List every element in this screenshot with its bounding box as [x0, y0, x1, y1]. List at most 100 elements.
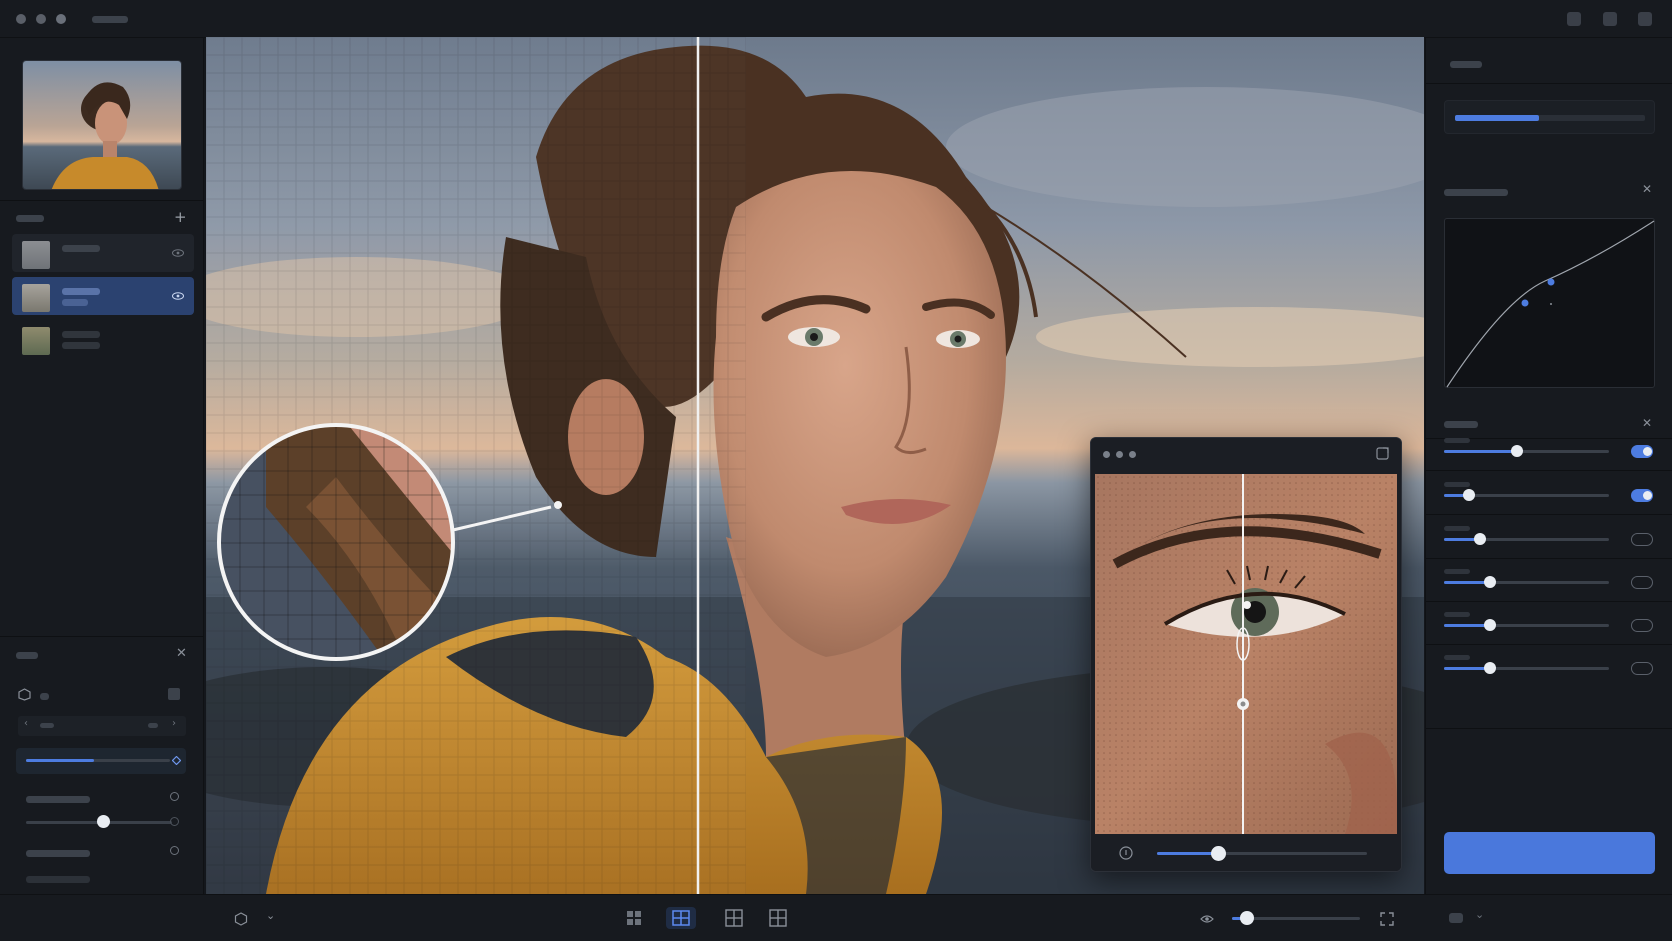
- setting-slider-knob[interactable]: [1484, 662, 1496, 674]
- compare-view-icon: [769, 909, 787, 927]
- reset-icon[interactable]: [170, 792, 179, 801]
- layer-name: [62, 288, 100, 295]
- adjust-slider-row[interactable]: [16, 748, 186, 774]
- reset-icon[interactable]: [170, 846, 179, 855]
- preview-eye-icon[interactable]: [1200, 912, 1214, 926]
- bottom-right-bar: ⌄: [1425, 894, 1672, 941]
- setting-toggle[interactable]: [1631, 489, 1653, 502]
- apply-button[interactable]: [1444, 832, 1655, 874]
- share-icon[interactable]: [1567, 12, 1581, 26]
- slider-label: [26, 796, 90, 803]
- photo-editor-app: + ✕ ‹ › ✕ ✕ ⌄ ⌄: [0, 0, 1672, 941]
- setting-slider-knob[interactable]: [1511, 445, 1523, 457]
- setting-toggle[interactable]: [1631, 619, 1653, 632]
- fit-screen-icon[interactable]: [1379, 911, 1395, 927]
- color-swatch[interactable]: [168, 688, 180, 700]
- layer-subtitle: [62, 299, 88, 306]
- detail-preview-image[interactable]: [1095, 474, 1397, 834]
- row-divider: [1426, 601, 1672, 602]
- curves-graph[interactable]: [1444, 218, 1655, 388]
- detail-window-footer: [1091, 834, 1401, 871]
- compare-view-button[interactable]: [766, 907, 790, 929]
- visibility-eye-icon[interactable]: [172, 290, 184, 302]
- expand-icon[interactable]: [1376, 447, 1389, 460]
- maximize-window-button[interactable]: [56, 14, 66, 24]
- layer-thumbnail: [22, 327, 50, 355]
- right-top-header-placeholder: [1450, 61, 1482, 68]
- maximize-window-button[interactable]: [1129, 451, 1136, 458]
- toggle-knob: [1633, 664, 1642, 673]
- row-divider: [1426, 470, 1672, 471]
- close-settings-icon[interactable]: ✕: [1642, 416, 1652, 430]
- close-adjust-icon[interactable]: ✕: [176, 646, 187, 661]
- layer-row[interactable]: [12, 234, 194, 272]
- layer-row-active[interactable]: [12, 277, 194, 315]
- chevron-down-icon[interactable]: ⌄: [266, 909, 275, 922]
- prev-preset-icon[interactable]: ‹: [24, 718, 28, 729]
- add-layer-icon[interactable]: +: [174, 208, 187, 226]
- setting-slider-knob[interactable]: [1463, 489, 1475, 501]
- setting-label: [1444, 482, 1470, 487]
- layer-name: [62, 245, 100, 252]
- setting-label: [1444, 655, 1470, 660]
- setting-slider-knob[interactable]: [1484, 619, 1496, 631]
- row-divider: [1426, 558, 1672, 559]
- detail-zoom-knob[interactable]: [1211, 846, 1226, 861]
- grid-view-button[interactable]: [622, 907, 646, 929]
- layer-thumbnail: [22, 284, 50, 312]
- chevron-down-icon[interactable]: ⌄: [1475, 908, 1484, 921]
- quad-view-button[interactable]: [722, 907, 746, 929]
- progress-fill: [1455, 115, 1539, 121]
- setting-toggle[interactable]: [1631, 662, 1653, 675]
- curve-point: [1547, 278, 1555, 286]
- layer-thumbnail: [22, 241, 50, 269]
- setting-label: [1444, 526, 1470, 531]
- image-canvas[interactable]: [206, 37, 1424, 894]
- row-divider: [1426, 644, 1672, 645]
- slider-label: [26, 876, 90, 883]
- setting-toggle[interactable]: [1631, 445, 1653, 458]
- layers-header-placeholder: [16, 215, 44, 222]
- setting-slider-fill: [1444, 450, 1517, 453]
- keyframe-diamond-icon[interactable]: [172, 756, 181, 765]
- setting-label: [1444, 438, 1470, 443]
- split-view-icon: [672, 910, 690, 926]
- zoom-knob[interactable]: [1240, 911, 1254, 925]
- toggle-knob: [1633, 578, 1642, 587]
- info-icon[interactable]: [1119, 846, 1133, 860]
- layout-icon[interactable]: [1603, 12, 1617, 26]
- curves-header-placeholder: [1444, 189, 1508, 196]
- adjust-header-placeholder: [16, 652, 38, 659]
- layer-name: [62, 331, 100, 338]
- reset-icon[interactable]: [170, 817, 179, 826]
- minimize-window-button[interactable]: [1116, 451, 1123, 458]
- toggle-knob: [1633, 621, 1642, 630]
- slider-label: [26, 850, 90, 857]
- preset-name: [40, 723, 54, 728]
- close-curves-icon[interactable]: ✕: [1642, 182, 1652, 196]
- minimize-window-button[interactable]: [36, 14, 46, 24]
- image-thumbnail[interactable]: [22, 60, 182, 190]
- quad-view-icon: [725, 909, 743, 927]
- preset-selector[interactable]: ‹ ›: [18, 716, 186, 736]
- split-view-button[interactable]: [666, 907, 696, 929]
- setting-toggle[interactable]: [1631, 576, 1653, 589]
- status-icon[interactable]: [1449, 913, 1463, 923]
- close-window-button[interactable]: [16, 14, 26, 24]
- detail-preview-window[interactable]: [1090, 437, 1402, 872]
- setting-slider-knob[interactable]: [1484, 576, 1496, 588]
- slider-fill: [26, 759, 94, 762]
- shape-tool-icon[interactable]: [18, 688, 31, 701]
- hexagon-tool-icon[interactable]: [234, 912, 248, 926]
- visibility-eye-icon[interactable]: [172, 247, 184, 259]
- setting-slider-knob[interactable]: [1474, 533, 1486, 545]
- preset-count: [148, 723, 158, 728]
- settings-icon[interactable]: [1638, 12, 1652, 26]
- layer-row[interactable]: [12, 320, 194, 358]
- close-window-button[interactable]: [1103, 451, 1110, 458]
- row-divider: [1426, 514, 1672, 515]
- slider-knob[interactable]: [97, 815, 110, 828]
- setting-label: [1444, 612, 1470, 617]
- setting-toggle[interactable]: [1631, 533, 1653, 546]
- next-preset-icon[interactable]: ›: [172, 718, 176, 729]
